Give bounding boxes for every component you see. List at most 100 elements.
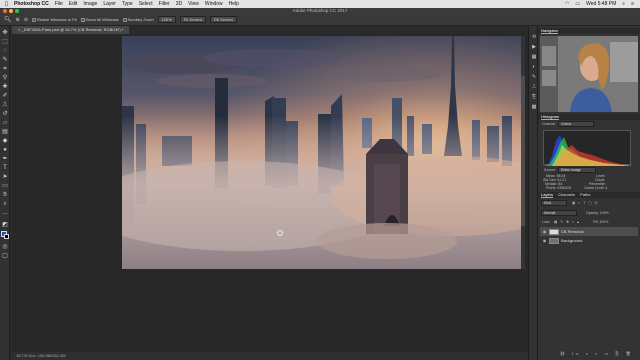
- more-tools-icon[interactable]: …: [2, 210, 8, 216]
- menu-type[interactable]: Type: [122, 0, 133, 8]
- tools-panel: ✥ ⬚ ◌ ✎ ⌗ ⚲ ✚ ✐ ⎍ ↺ ▱ ▤ ◆ ● ✒ T ➤ ▭ ✋︎ ⌕…: [0, 26, 10, 360]
- close-window-button[interactable]: [3, 9, 7, 13]
- tab-layers[interactable]: Layers: [541, 192, 554, 198]
- battery-icon[interactable]: ▭: [575, 0, 580, 8]
- search-icon[interactable]: ⌕: [622, 0, 625, 8]
- eraser-tool-icon[interactable]: ▱: [2, 120, 8, 126]
- resize-windows-checkbox[interactable]: Resize Windows to Fit: [32, 17, 77, 22]
- opacity-field[interactable]: Opacity: 100%: [586, 211, 609, 215]
- lock-icons[interactable]: ▦ ✎ ✥ ⌗ 🔒︎: [554, 220, 580, 224]
- layer-filter-icons[interactable]: ▣ ◐ T ▢ ⎘: [572, 201, 598, 205]
- layer-name[interactable]: Background: [561, 238, 582, 243]
- menu-edit[interactable]: Edit: [69, 0, 78, 8]
- zoom-tool-icon[interactable]: ⌕: [2, 201, 8, 207]
- default-colors-icon[interactable]: ◩: [2, 222, 8, 228]
- navigator-preview[interactable]: [540, 36, 638, 112]
- menu-select[interactable]: Select: [139, 0, 153, 8]
- menu-image[interactable]: Image: [83, 0, 97, 8]
- minimize-window-button[interactable]: [9, 9, 13, 13]
- document-image[interactable]: [122, 36, 521, 269]
- menu-3d[interactable]: 3D: [176, 0, 182, 8]
- layer-row[interactable]: ◉ CB Removal: [540, 227, 638, 236]
- history-panel-icon[interactable]: ⟲: [531, 34, 537, 40]
- eye-icon[interactable]: ◉: [542, 238, 547, 243]
- pen-tool-icon[interactable]: ✒: [2, 156, 8, 162]
- zoom-all-checkbox[interactable]: Zoom All Windows: [80, 17, 119, 22]
- app-menu[interactable]: Photoshop CC: [14, 0, 49, 8]
- blur-tool-icon[interactable]: ◆: [2, 138, 8, 144]
- hand-tool-icon[interactable]: ✋︎: [2, 192, 8, 198]
- libraries-icon[interactable]: ⎘: [531, 94, 537, 100]
- zoom-window-button[interactable]: [15, 9, 19, 13]
- brush-tool-icon[interactable]: ✐: [2, 93, 8, 99]
- lasso-tool-icon[interactable]: ◌: [2, 48, 8, 54]
- menu-list-icon[interactable]: ≡: [631, 0, 634, 8]
- crop-tool-icon[interactable]: ⌗: [2, 66, 8, 72]
- channel-select[interactable]: Colors: [558, 121, 594, 127]
- status-bar: 16.7% Doc: 156.9M/261.2M: [12, 352, 528, 360]
- quick-select-tool-icon[interactable]: ✎: [2, 57, 8, 63]
- vertical-scrollbar[interactable]: [521, 36, 525, 269]
- menu-window[interactable]: Window: [205, 0, 223, 8]
- adjustments-icon[interactable]: ◐: [531, 64, 537, 70]
- clock[interactable]: Wed 5:48 PM: [586, 0, 616, 8]
- type-tool-icon[interactable]: T: [2, 165, 8, 171]
- checkbox-icon: [80, 17, 85, 22]
- tab-histogram[interactable]: Histogram: [541, 114, 560, 120]
- dodge-tool-icon[interactable]: ●: [2, 147, 8, 153]
- screen-mode-icon[interactable]: ▢: [2, 253, 8, 259]
- layer-row[interactable]: ◉ Background: [540, 236, 638, 245]
- blend-mode-select[interactable]: Normal: [541, 210, 577, 216]
- marquee-tool-icon[interactable]: ⬚: [2, 39, 8, 45]
- eye-icon[interactable]: ◉: [542, 229, 547, 234]
- tab-navigator[interactable]: Navigator: [541, 28, 559, 34]
- zoom-100-button[interactable]: 100%: [157, 16, 176, 23]
- clone-stamp-tool-icon[interactable]: ⎍: [2, 102, 8, 108]
- healing-brush-tool-icon[interactable]: ✚: [2, 84, 8, 90]
- wifi-icon[interactable]: ◠: [565, 0, 569, 8]
- status-area: ◠ ▭ Wed 5:48 PM ⌕ ≡: [565, 0, 640, 8]
- fill-screen-button[interactable]: Fill Screen: [210, 16, 237, 23]
- layer-kind-filter[interactable]: Kind: [541, 200, 567, 206]
- menu-help[interactable]: Help: [229, 0, 239, 8]
- play-actions-icon[interactable]: ▶: [531, 44, 537, 50]
- menu-file[interactable]: File: [55, 0, 63, 8]
- menu-view[interactable]: View: [188, 0, 199, 8]
- close-icon[interactable]: ×: [18, 27, 20, 32]
- layers-bottom-icons[interactable]: ⛓ fx ◑ ◐ ▭ ⎘ 🗑︎: [560, 352, 634, 356]
- zoom-out-icon[interactable]: ⊖: [24, 17, 28, 23]
- eyedropper-tool-icon[interactable]: ⚲: [2, 75, 8, 81]
- brush-presets-icon[interactable]: ✎: [531, 74, 537, 80]
- gradient-tool-icon[interactable]: ▤: [2, 129, 8, 135]
- clone-source-icon[interactable]: ⎍: [531, 84, 537, 90]
- properties-icon[interactable]: ▦: [531, 54, 537, 60]
- zoom-in-icon[interactable]: ⊕: [16, 17, 20, 23]
- window-title: Adobe Photoshop CC 2017: [292, 8, 348, 13]
- stat-cache-level: Cache Level: 4: [584, 186, 608, 190]
- swatches-icon[interactable]: ▩: [531, 104, 537, 110]
- zoom-status[interactable]: 16.7% Doc: 156.9M/261.2M: [16, 353, 66, 358]
- history-brush-tool-icon[interactable]: ↺: [2, 111, 8, 117]
- path-selection-tool-icon[interactable]: ➤: [2, 174, 8, 180]
- tab-paths[interactable]: Paths: [580, 192, 590, 197]
- fill-field[interactable]: Fill: 100%: [593, 220, 608, 224]
- menu-filter[interactable]: Filter: [159, 0, 170, 8]
- tab-channels[interactable]: Channels: [558, 192, 575, 197]
- quick-mask-icon[interactable]: ◎: [2, 244, 8, 250]
- source-select[interactable]: Entire Image: [558, 167, 596, 173]
- document-tab-bar: × _DSF4026-Pano.psd @ 16.7% (CB Removal,…: [12, 26, 528, 34]
- apple-menu-icon[interactable]: : [5, 0, 8, 8]
- move-tool-icon[interactable]: ✥: [2, 30, 8, 36]
- source-label: Source:: [544, 168, 557, 172]
- scrubby-zoom-checkbox[interactable]: Scrubby Zoom: [122, 17, 154, 22]
- layer-thumbnail: [549, 228, 559, 235]
- menu-layer[interactable]: Layer: [103, 0, 116, 8]
- fit-screen-button[interactable]: Fit Screen: [179, 16, 206, 23]
- layer-name[interactable]: CB Removal: [561, 229, 583, 234]
- background-color-swatch[interactable]: [4, 234, 9, 239]
- document-tab[interactable]: × _DSF4026-Pano.psd @ 16.7% (CB Removal,…: [12, 26, 130, 34]
- rectangle-tool-icon[interactable]: ▭: [2, 183, 8, 189]
- histogram-graph: [543, 130, 632, 166]
- scrollbar-thumb[interactable]: [521, 76, 525, 226]
- zoom-tool-icon[interactable]: 🔍︎: [4, 16, 12, 23]
